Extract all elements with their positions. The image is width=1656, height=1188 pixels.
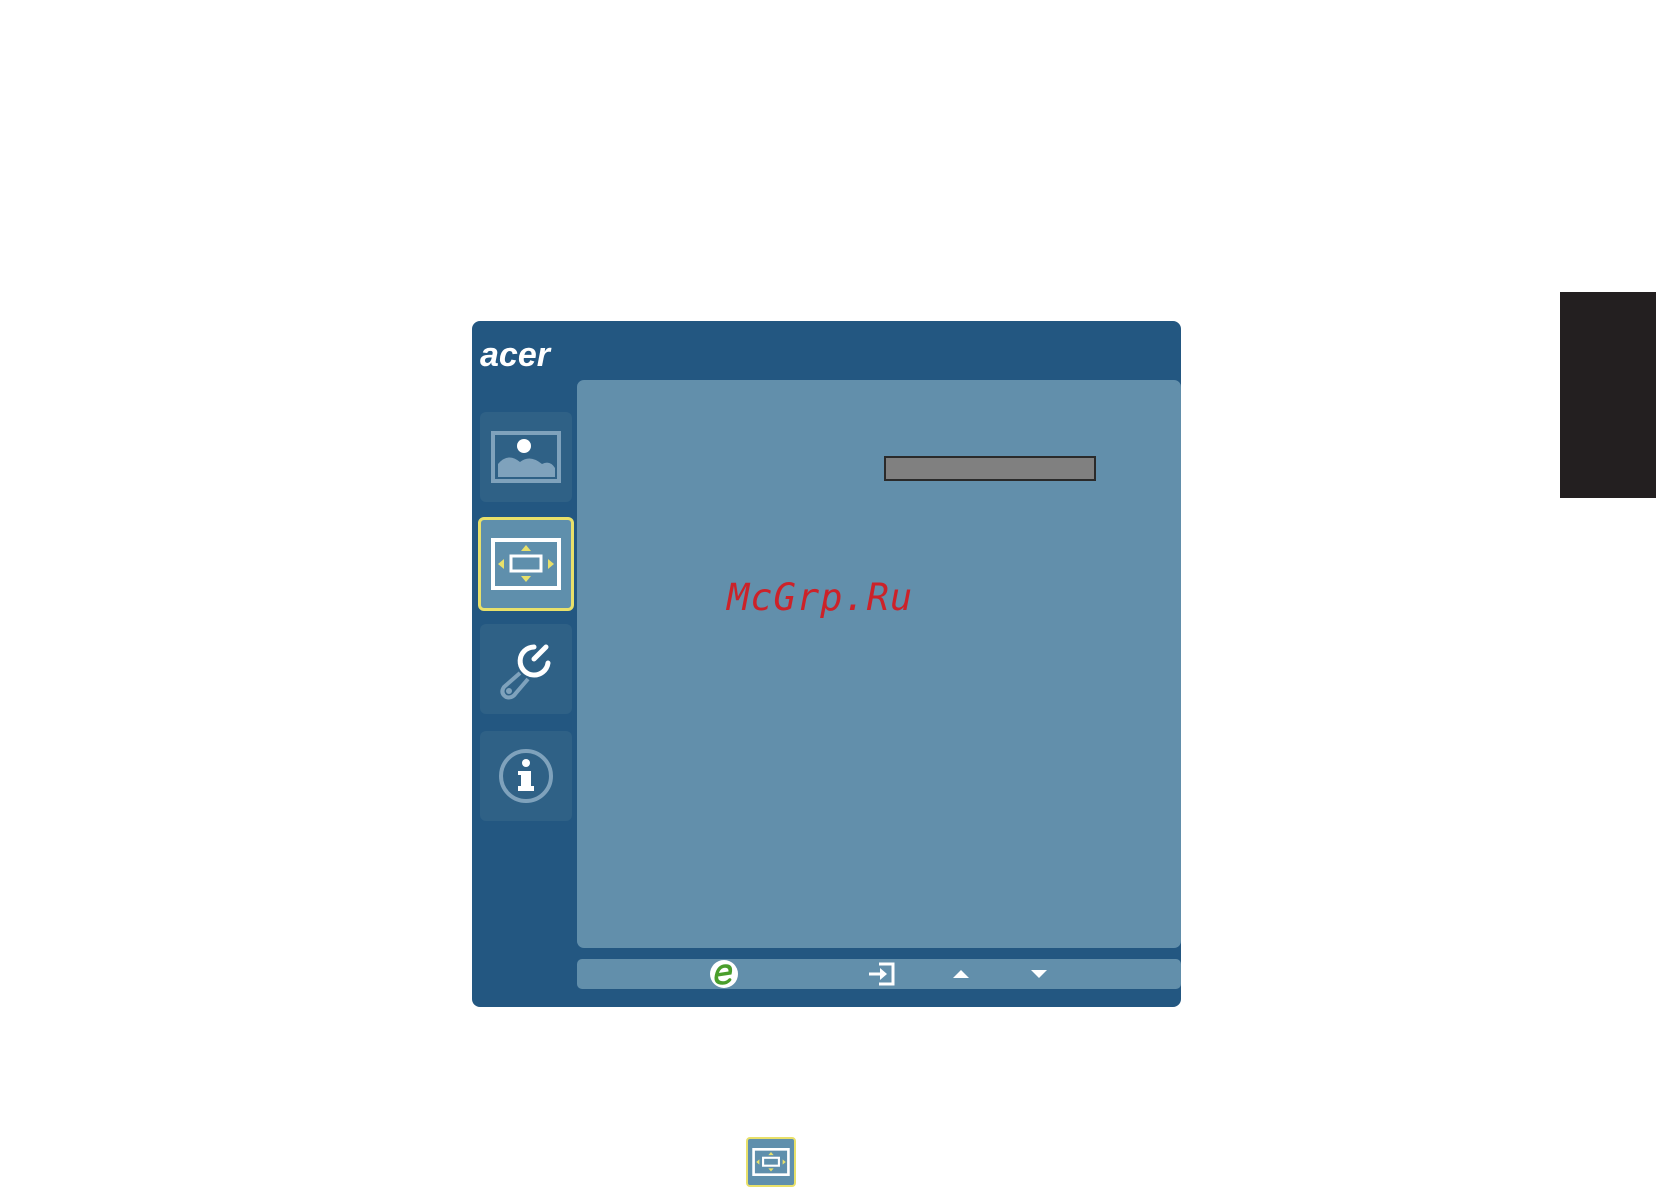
enter-icon (869, 962, 895, 986)
value-slider-bar[interactable] (884, 456, 1096, 481)
content-panel: McGrp.Ru (577, 380, 1181, 948)
bottom-button-bar (577, 959, 1181, 989)
menu-item-picture[interactable] (480, 412, 572, 502)
logo-text: acer (480, 336, 552, 374)
e-eco-icon (710, 960, 738, 988)
menu-item-display[interactable] (478, 517, 574, 611)
wrench-icon (500, 644, 551, 700)
down-button[interactable] (1024, 959, 1054, 989)
osd-menu-window: acer McGrp.Ru (472, 321, 1181, 1007)
display-size-icon (752, 1148, 790, 1176)
menu-item-information[interactable] (480, 731, 572, 821)
arrow-down-icon (1031, 970, 1047, 978)
menu-item-settings[interactable] (480, 624, 572, 714)
page-side-tab (1560, 292, 1656, 498)
eco-button[interactable] (708, 959, 740, 989)
watermark-text: McGrp.Ru (727, 576, 914, 619)
arrow-up-icon (953, 970, 969, 978)
up-button[interactable] (946, 959, 976, 989)
info-icon (499, 749, 553, 803)
picture-icon (491, 431, 561, 483)
display-size-icon (491, 538, 561, 590)
display-size-icon-small (746, 1137, 796, 1187)
enter-button[interactable] (865, 959, 899, 989)
acer-logo: acer (480, 336, 552, 374)
